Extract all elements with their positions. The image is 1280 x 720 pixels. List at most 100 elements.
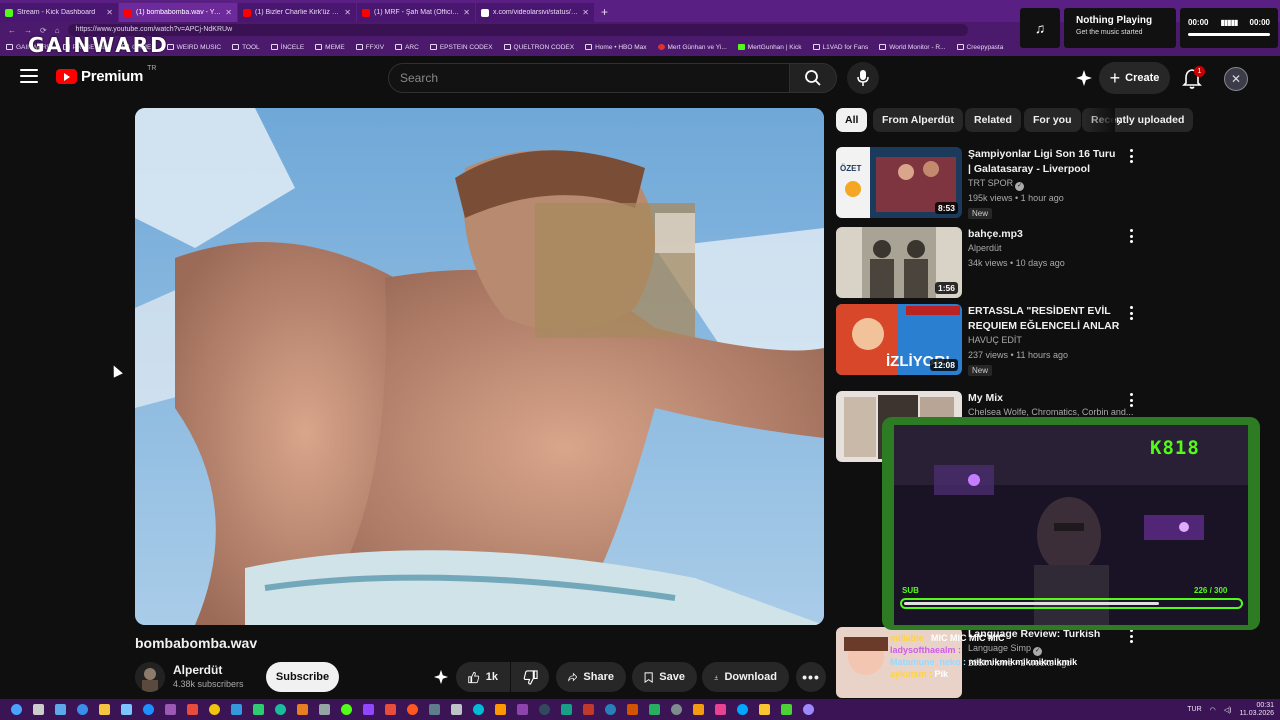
recommendation-title[interactable]: Şampiyonlar Ligi Son 16 Turu | Galatasar… [968, 147, 1120, 178]
ai-sparkle-icon[interactable] [1074, 68, 1094, 88]
taskbar-app-icon[interactable] [55, 704, 66, 715]
bookmark-item[interactable]: L1VAD for Fans [812, 44, 868, 51]
bookmark-item[interactable]: MertGunhan | Kick [737, 44, 802, 51]
tab-close-icon[interactable]: ✕ [582, 8, 589, 17]
taskbar-app-icon[interactable] [165, 704, 176, 715]
notifications-button[interactable]: 1 [1182, 66, 1206, 90]
taskbar-app-icon[interactable] [627, 704, 638, 715]
tab-close-icon[interactable]: ✕ [225, 8, 232, 17]
like-button[interactable]: 1k [456, 662, 510, 692]
taskbar-app-icon[interactable] [539, 704, 550, 715]
chevron-right-icon[interactable]: › [1108, 110, 1130, 132]
channel-name[interactable]: Alperdüt [173, 663, 222, 677]
more-vertical-icon[interactable] [1127, 229, 1135, 243]
taskbar-app-icon[interactable] [693, 704, 704, 715]
recommendation-channel[interactable]: Chelsea Wolfe, Chromatics, Corbin and... [968, 407, 1133, 417]
bookmark-item[interactable]: WEIRD MUSIC [166, 44, 221, 51]
chip-1[interactable]: From Alperdüt [873, 108, 963, 132]
voice-search-button[interactable] [847, 62, 879, 94]
browser-tab[interactable]: x.com/videolarsivi/status/2028792...✕ [476, 3, 594, 22]
bookmark-item[interactable]: Home • HBO Max [585, 44, 647, 51]
bookmark-item[interactable]: FFXIV [355, 44, 384, 51]
video-thumbnail[interactable]: İZLİYOR! 12:08 [836, 304, 962, 375]
browser-tab[interactable]: (1) Bizler Charlie Kirk'üz - YouTube ✕ [238, 3, 356, 22]
taskbar-app-icon[interactable] [737, 704, 748, 715]
taskbar-app-icon[interactable] [429, 704, 440, 715]
account-avatar[interactable]: ✕ [1224, 67, 1248, 91]
tab-close-icon[interactable]: ✕ [344, 8, 351, 17]
url-field[interactable]: https://www.youtube.com/watch?v=APCj-NdK… [67, 24, 968, 36]
taskbar-app-icon[interactable] [649, 704, 660, 715]
taskbar-app-icon[interactable] [319, 704, 330, 715]
dislike-button[interactable] [511, 662, 549, 692]
search-button[interactable] [789, 63, 837, 93]
search-input[interactable]: Search [388, 63, 790, 93]
youtube-premium-logo[interactable]: Premium TR [56, 65, 156, 85]
recommendation-channel[interactable]: HAVUÇ EDİT [968, 335, 1022, 345]
taskbar-app-icon[interactable] [341, 704, 352, 715]
taskbar-app-icon[interactable] [297, 704, 308, 715]
taskbar-app-icon[interactable] [473, 704, 484, 715]
browser-tab[interactable]: Stream - Kick Dashboard ✕ [0, 3, 118, 22]
download-button[interactable]: Download [702, 662, 789, 692]
bookmark-item[interactable]: MEME [315, 44, 345, 51]
taskbar-app-icon[interactable] [605, 704, 616, 715]
taskbar-app-icon[interactable] [759, 704, 770, 715]
taskbar-app-icon[interactable] [77, 704, 88, 715]
recommendation-channel[interactable]: TRT SPOR ✓ [968, 178, 1025, 191]
taskbar-app-icon[interactable] [187, 704, 198, 715]
browser-tab[interactable]: (1) MRF - Şah Mat (Official Audio) ✕ [357, 3, 475, 22]
more-vertical-icon[interactable] [1127, 149, 1135, 163]
taskbar-app-icon[interactable] [803, 704, 814, 715]
share-button[interactable]: Share [556, 662, 626, 692]
taskbar-app-icon[interactable] [517, 704, 528, 715]
volume-icon[interactable]: ◁) [1224, 706, 1232, 714]
video-thumbnail[interactable]: ÖZET 8:53 [836, 147, 962, 218]
chip-0[interactable]: All [836, 108, 868, 132]
taskbar-app-icon[interactable] [671, 704, 682, 715]
bookmark-item[interactable]: World Monitor - R... [879, 44, 946, 51]
taskbar-app-icon[interactable] [495, 704, 506, 715]
taskbar-app-icon[interactable] [451, 704, 462, 715]
taskbar-app-icon[interactable] [275, 704, 286, 715]
taskbar-app-icon[interactable] [99, 704, 110, 715]
clock[interactable]: 00:31 11.03.2026 [1239, 702, 1274, 718]
taskbar-app-icon[interactable] [715, 704, 726, 715]
keyboard-language[interactable]: TUR [1187, 706, 1201, 713]
taskbar-app-icon[interactable] [253, 704, 264, 715]
bookmark-item[interactable]: İNCELE [270, 44, 304, 51]
subscribe-button[interactable]: Subscribe [266, 662, 339, 692]
browser-tab[interactable]: (1) bombabomba.wav - YouTube✕ [119, 3, 237, 22]
chip-2[interactable]: Related [965, 108, 1021, 132]
taskbar-app-icon[interactable] [781, 704, 792, 715]
back-icon[interactable]: ← [8, 26, 16, 35]
bookmark-item[interactable]: QUELTRON CODEX [503, 44, 574, 51]
save-button[interactable]: Save [632, 662, 697, 692]
taskbar-app-icon[interactable] [33, 704, 44, 715]
video-player[interactable] [135, 108, 824, 625]
taskbar-app-icon[interactable] [363, 704, 374, 715]
new-tab-button[interactable]: + [595, 3, 614, 22]
taskbar-app-icon[interactable] [583, 704, 594, 715]
recommendation-channel[interactable]: Alperdüt [968, 243, 1002, 253]
taskbar-app-icon[interactable] [209, 704, 220, 715]
bookmark-item[interactable]: ARC [395, 44, 419, 51]
create-button[interactable]: + Create [1099, 62, 1170, 94]
tab-close-icon[interactable]: ✕ [106, 8, 113, 17]
bookmark-item[interactable]: TOOL [232, 44, 260, 51]
recommendation-title[interactable]: My Mix [968, 391, 1120, 406]
taskbar-app-icon[interactable] [407, 704, 418, 715]
recommendation-item[interactable]: ÖZET 8:53 Şampiyonlar Ligi Son 16 Turu | G… [836, 147, 1146, 219]
start-icon[interactable] [11, 704, 22, 715]
wifi-icon[interactable]: ◠ [1210, 706, 1216, 714]
taskbar-app-icon[interactable] [231, 704, 242, 715]
taskbar-app-icon[interactable] [385, 704, 396, 715]
channel-avatar[interactable] [135, 662, 165, 692]
taskbar-app-icon[interactable] [121, 704, 132, 715]
video-thumbnail[interactable]: 1:56 [836, 227, 962, 298]
more-actions-button[interactable]: ••• [796, 662, 826, 692]
recommendation-title[interactable]: bahçe.mp3 [968, 227, 1120, 242]
more-vertical-icon[interactable] [1127, 306, 1135, 320]
recommendation-item[interactable]: İZLİYOR! 12:08 ERTASSLA "RESİDENT EVİL REQ… [836, 304, 1146, 376]
bookmark-item[interactable]: Creepypasta [956, 44, 1003, 51]
